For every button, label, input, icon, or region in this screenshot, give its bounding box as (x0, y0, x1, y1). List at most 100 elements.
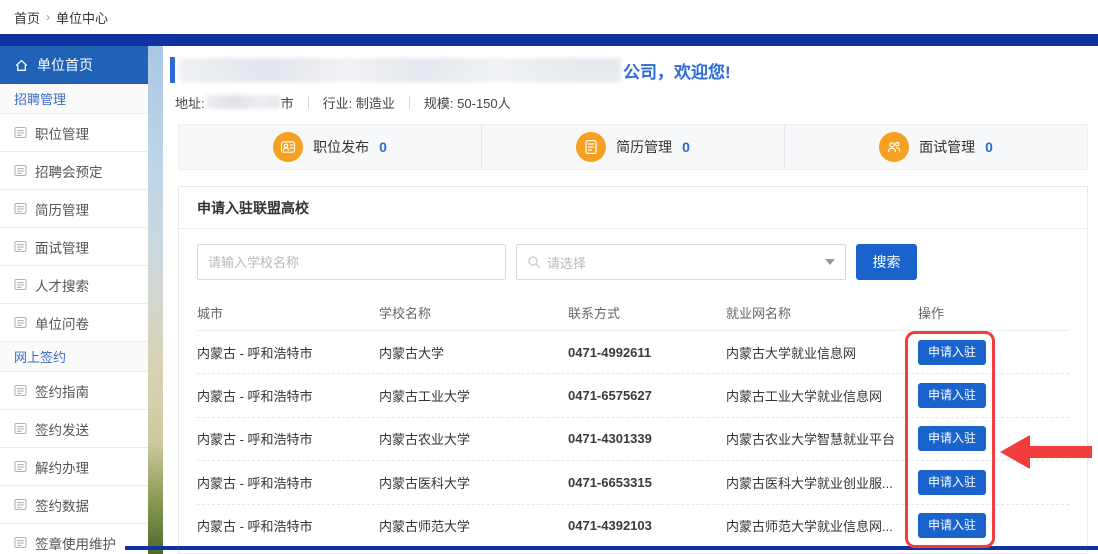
meta-divider (308, 96, 309, 109)
chevron-down-icon (825, 259, 835, 265)
sidebar-item-label: 职位管理 (35, 123, 89, 143)
sidebar-item-label: 签章使用维护 (35, 533, 116, 553)
search-row: 请选择 搜索 (197, 244, 1069, 280)
sidebar: 单位首页 招聘管理 职位管理 招聘会预定 简历管理 面试管理 人才搜索 单位问卷… (0, 46, 148, 554)
sidebar-item-label: 单位首页 (37, 55, 93, 75)
company-name-redacted (179, 58, 621, 82)
job-post-icon (273, 132, 303, 162)
document-icon (14, 316, 27, 329)
schools-table: 城市 学校名称 联系方式 就业网名称 操作 内蒙古 - 呼和浩特市 内蒙古大学 … (197, 295, 1069, 548)
sidebar-item-talent-search[interactable]: 人才搜索 (0, 266, 148, 304)
company-meta: 地址: 市 行业: 制造业 规模: 50-150人 (175, 92, 511, 112)
welcome-header: 公司，欢迎您! (170, 56, 731, 84)
sidebar-item-label: 面试管理 (35, 237, 89, 257)
sidebar-item-signing-data[interactable]: 签约数据 (0, 486, 148, 524)
cell-city: 内蒙古 - 呼和浩特市 (197, 516, 379, 535)
stat-job-post[interactable]: 职位发布 0 (179, 125, 481, 169)
cell-city: 内蒙古 - 呼和浩特市 (197, 473, 379, 492)
table-row: 内蒙古 - 呼和浩特市 内蒙古工业大学 0471-6575627 内蒙古工业大学… (197, 374, 1069, 417)
cell-site: 内蒙古医科大学就业创业服... (726, 473, 918, 492)
sidebar-item-interview-management[interactable]: 面试管理 (0, 228, 148, 266)
address-redacted (206, 95, 280, 109)
document-icon (14, 460, 27, 473)
table-row: 内蒙古 - 呼和浩特市 内蒙古大学 0471-4992611 内蒙古大学就业信息… (197, 331, 1069, 374)
cell-site: 内蒙古师范大学就业信息网... (726, 516, 918, 535)
apply-button[interactable]: 申请入驻 (918, 340, 986, 365)
breadcrumb: 首页 › 单位中心 (0, 0, 1098, 34)
background-photo-gutter (148, 46, 163, 554)
sidebar-section-online-signing: 网上签约 (0, 342, 148, 372)
table-row: 内蒙古 - 呼和浩特市 内蒙古医科大学 0471-6653315 内蒙古医科大学… (197, 461, 1069, 504)
document-icon (14, 164, 27, 177)
sidebar-item-signing-send[interactable]: 签约发送 (0, 410, 148, 448)
school-select[interactable]: 请选择 (516, 244, 846, 280)
cell-phone: 0471-6575627 (568, 388, 726, 403)
document-icon (14, 498, 27, 511)
document-icon (14, 384, 27, 397)
sidebar-item-label: 签约指南 (35, 381, 89, 401)
breadcrumb-current: 单位中心 (56, 8, 108, 27)
stat-interview[interactable]: 面试管理 0 (784, 125, 1087, 169)
col-action: 操作 (918, 303, 1069, 322)
sidebar-item-signing-guide[interactable]: 签约指南 (0, 372, 148, 410)
apply-button[interactable]: 申请入驻 (918, 513, 986, 538)
home-icon (14, 58, 29, 73)
stat-label: 简历管理 (616, 137, 672, 157)
cell-site: 内蒙古大学就业信息网 (726, 343, 918, 362)
breadcrumb-separator: › (46, 10, 50, 24)
stat-label: 职位发布 (313, 137, 369, 157)
sidebar-item-label: 简历管理 (35, 199, 89, 219)
sidebar-item-termination[interactable]: 解约办理 (0, 448, 148, 486)
apply-button[interactable]: 申请入驻 (918, 470, 986, 495)
sidebar-item-survey[interactable]: 单位问卷 (0, 304, 148, 342)
sidebar-item-label: 单位问卷 (35, 313, 89, 333)
sidebar-item-resume-management[interactable]: 简历管理 (0, 190, 148, 228)
resume-icon (576, 132, 606, 162)
cell-phone: 0471-4992611 (568, 345, 726, 360)
document-icon (14, 126, 27, 139)
cell-site: 内蒙古工业大学就业信息网 (726, 386, 918, 405)
cell-city: 内蒙古 - 呼和浩特市 (197, 343, 379, 362)
cell-phone: 0471-4301339 (568, 431, 726, 446)
school-name-input[interactable] (197, 244, 506, 280)
cell-city: 内蒙古 - 呼和浩特市 (197, 386, 379, 405)
stat-count: 0 (682, 139, 690, 155)
top-divider-bar (0, 34, 1098, 46)
col-city: 城市 (197, 303, 379, 322)
col-site: 就业网名称 (726, 303, 918, 322)
cell-school: 内蒙古师范大学 (379, 516, 568, 535)
cell-site: 内蒙古农业大学智慧就业平台 (726, 429, 918, 448)
document-icon (14, 278, 27, 291)
stat-resume[interactable]: 简历管理 0 (481, 125, 784, 169)
apply-button[interactable]: 申请入驻 (918, 426, 986, 451)
sidebar-item-label: 人才搜索 (35, 275, 89, 295)
breadcrumb-home[interactable]: 首页 (14, 8, 40, 27)
sidebar-item-job-management[interactable]: 职位管理 (0, 114, 148, 152)
sidebar-item-label: 签约数据 (35, 495, 89, 515)
sidebar-item-label: 招聘会预定 (35, 161, 103, 181)
document-icon (14, 536, 27, 549)
welcome-text: 公司，欢迎您! (623, 58, 731, 83)
table-header: 城市 学校名称 联系方式 就业网名称 操作 (197, 295, 1069, 331)
stats-bar: 职位发布 0 简历管理 0 面试管理 0 (178, 124, 1088, 170)
industry-label: 行业: (323, 93, 353, 112)
stat-count: 0 (985, 139, 993, 155)
col-school: 学校名称 (379, 303, 568, 322)
table-row: 内蒙古 - 呼和浩特市 内蒙古农业大学 0471-4301339 内蒙古农业大学… (197, 418, 1069, 461)
sidebar-item-jobfair-booking[interactable]: 招聘会预定 (0, 152, 148, 190)
sidebar-item-home[interactable]: 单位首页 (0, 46, 148, 84)
address-suffix: 市 (281, 93, 294, 112)
search-button[interactable]: 搜索 (856, 244, 917, 280)
scale-label: 规模: (424, 93, 454, 112)
meta-divider (409, 96, 410, 109)
document-icon (14, 202, 27, 215)
document-icon (14, 422, 27, 435)
title-accent-bar (170, 57, 175, 83)
document-icon (14, 240, 27, 253)
cell-school: 内蒙古农业大学 (379, 429, 568, 448)
stat-label: 面试管理 (919, 137, 975, 157)
cell-school: 内蒙古大学 (379, 343, 568, 362)
scale-value: 50-150人 (457, 93, 510, 112)
select-placeholder: 请选择 (547, 253, 825, 272)
apply-button[interactable]: 申请入驻 (918, 383, 986, 408)
